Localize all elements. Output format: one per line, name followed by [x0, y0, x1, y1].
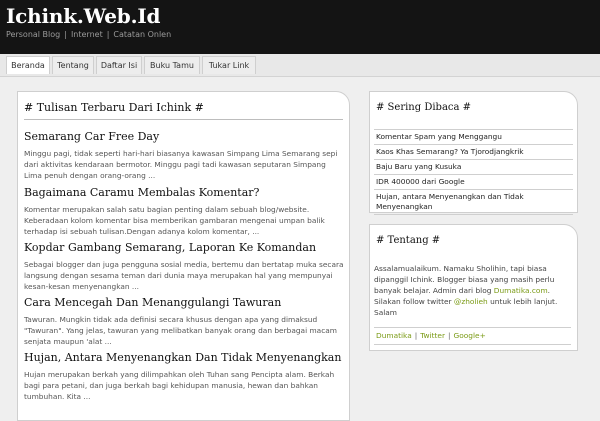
post-title-link[interactable]: Cara Mencegah Dan Menanggulangi Tawuran — [24, 296, 344, 309]
about-links: Dumatika | Twitter | Google+ — [374, 327, 571, 345]
nav-item-tukar-link[interactable]: Tukar Link — [202, 56, 256, 74]
twitter-link[interactable]: Twitter — [420, 331, 445, 340]
post-item: Cara Mencegah Dan Menanggulangi Tawuran … — [24, 296, 344, 347]
popular-posts-box: # Sering Dibaca # Komentar Spam yang Men… — [369, 91, 578, 215]
about-box: # Tentang # Assalamualaikum. Namaku Shol… — [369, 224, 578, 351]
tagline-item: Internet — [70, 30, 103, 39]
post-item: Kopdar Gambang Semarang, Laporan Ke Koma… — [24, 241, 344, 292]
tagline-item: Personal Blog — [6, 30, 61, 39]
nav-item-daftar-isi[interactable]: Daftar Isi — [96, 56, 142, 74]
post-title-link[interactable]: Bagaimana Caramu Membalas Komentar? — [24, 186, 344, 199]
divider — [24, 119, 343, 120]
post-excerpt: Komentar merupakan salah satu bagian pen… — [24, 205, 325, 236]
post-excerpt: Minggu pagi, tidak seperti hari-hari bia… — [24, 149, 338, 180]
popular-posts-list: Komentar Spam yang Menggangu Kaos Khas S… — [374, 129, 573, 215]
post-excerpt: Hujan merupakan berkah yang dilimpahkan … — [24, 370, 335, 401]
post-item: Semarang Car Free Day Minggu pagi, tidak… — [24, 130, 344, 181]
about-text: Assalamualaikum. Namaku Sholihin, tapi b… — [374, 263, 571, 318]
nav-item-tentang[interactable]: Tentang — [52, 56, 94, 74]
twitter-handle-link[interactable]: @zholieh — [454, 297, 488, 306]
post-item: Bagaimana Caramu Membalas Komentar? Kome… — [24, 186, 344, 237]
post-excerpt: Tawuran. Mungkin tidak ada definisi seca… — [24, 315, 337, 346]
dumatika-link[interactable]: Dumatika.com — [494, 286, 548, 295]
post-title-link[interactable]: Hujan, Antara Menyenangkan Dan Tidak Men… — [24, 351, 344, 364]
recent-posts-title: # Tulisan Terbaru Dari Ichink # — [24, 101, 204, 114]
post-title-link[interactable]: Semarang Car Free Day — [24, 130, 344, 143]
popular-post-link[interactable]: Baju Baru yang Kusuka — [374, 159, 573, 174]
post-title-link[interactable]: Kopdar Gambang Semarang, Laporan Ke Koma… — [24, 241, 344, 254]
nav-item-buku-tamu[interactable]: Buku Tamu — [144, 56, 200, 74]
tagline-item: Catatan Onlen — [113, 30, 172, 39]
nav-item-beranda[interactable]: Beranda — [6, 56, 50, 74]
site-tagline: Personal Blog | Internet | Catatan Onlen — [6, 30, 172, 39]
post-excerpt: Sebagai blogger dan juga pengguna sosial… — [24, 260, 344, 291]
popular-post-link[interactable]: Hujan, antara Menyenangkan dan Tidak Men… — [374, 189, 573, 215]
google-plus-link[interactable]: Google+ — [454, 331, 486, 340]
dumatika-footer-link[interactable]: Dumatika — [376, 331, 412, 340]
popular-post-link[interactable]: Komentar Spam yang Menggangu — [374, 129, 573, 144]
recent-posts-box: # Tulisan Terbaru Dari Ichink # Semarang… — [17, 91, 350, 421]
main-nav: Beranda Tentang Daftar Isi Buku Tamu Tuk… — [0, 54, 600, 77]
site-title[interactable]: Ichink.Web.Id — [6, 4, 160, 28]
site-header: Ichink.Web.Id Personal Blog | Internet | Cat… — [0, 0, 600, 54]
popular-post-link[interactable]: IDR 400000 dari Google — [374, 174, 573, 189]
about-title: # Tentang # — [376, 235, 441, 246]
popular-posts-title: # Sering Dibaca # — [376, 102, 472, 113]
popular-post-link[interactable]: Kaos Khas Semarang? Ya Tjorodjangkrik — [374, 144, 573, 159]
post-item: Hujan, Antara Menyenangkan Dan Tidak Men… — [24, 351, 344, 402]
